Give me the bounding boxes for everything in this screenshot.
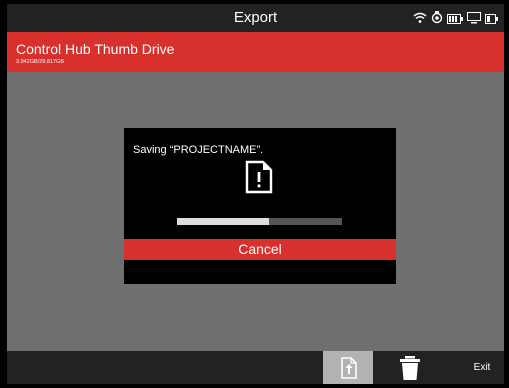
device-screen: Export Control Hub Thumb Drive 3.942GB/2… xyxy=(0,0,509,388)
drive-name: Control Hub Thumb Drive xyxy=(16,41,175,57)
app-window: Export Control Hub Thumb Drive 3.942GB/2… xyxy=(7,4,504,384)
wifi-icon xyxy=(413,11,427,29)
save-progress-fill xyxy=(177,218,270,225)
drive-capacity: 3.942GB/29.817GB xyxy=(16,59,65,65)
cancel-button[interactable]: Cancel xyxy=(124,239,396,260)
top-bar: Export xyxy=(7,4,504,32)
exit-button[interactable]: Exit xyxy=(467,351,497,384)
monitor-icon xyxy=(467,11,481,29)
bottom-toolbar: Exit xyxy=(7,351,504,384)
trash-icon xyxy=(400,356,420,380)
battery-icon xyxy=(447,11,463,29)
save-progress-bar xyxy=(177,218,342,225)
battery-small-icon xyxy=(485,11,498,29)
save-to-drive-button[interactable] xyxy=(323,351,373,384)
saving-dialog: Saving “PROJECTNAME”. Cancel xyxy=(124,128,396,284)
file-warning-icon xyxy=(245,160,273,194)
saving-message: Saving “PROJECTNAME”. xyxy=(133,144,264,156)
upload-file-icon xyxy=(341,357,357,379)
delete-button[interactable] xyxy=(392,355,428,381)
status-icons xyxy=(413,10,498,29)
drive-header: Control Hub Thumb Drive 3.942GB/29.817GB xyxy=(7,32,504,72)
camera-icon xyxy=(431,10,443,29)
